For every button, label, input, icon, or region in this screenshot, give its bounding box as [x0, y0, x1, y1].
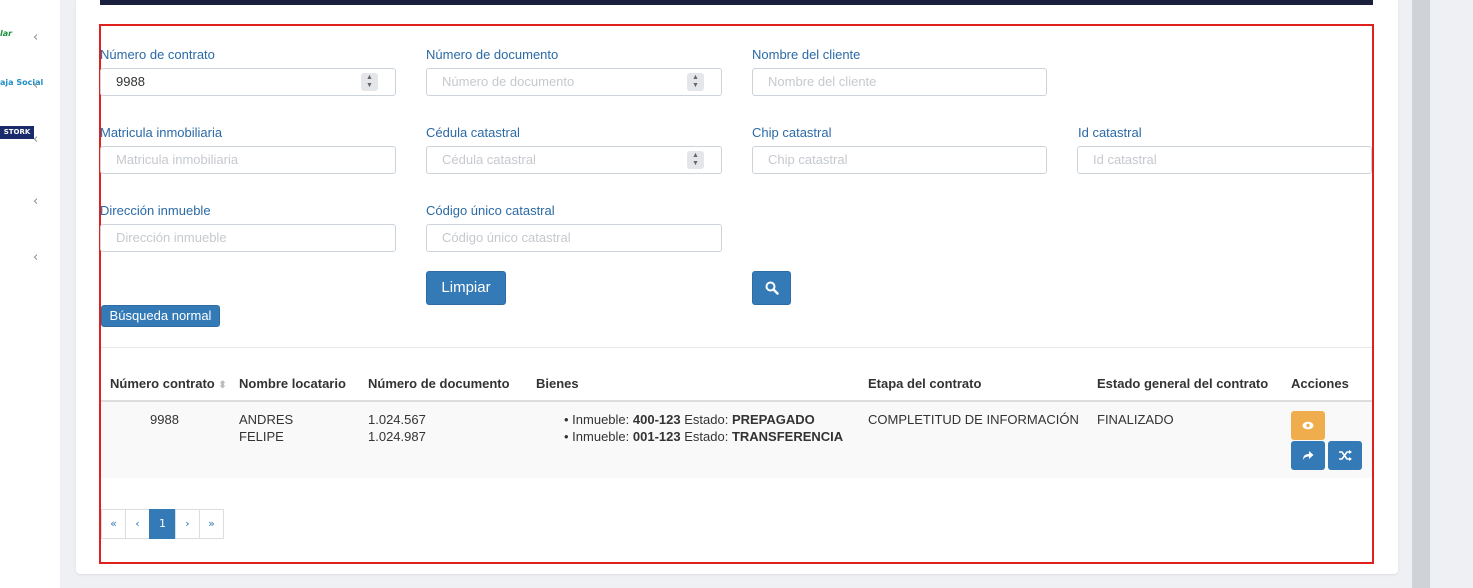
cadastral-id-placeholder: Id catastral	[1093, 152, 1157, 167]
eye-icon	[1302, 421, 1314, 430]
clear-button[interactable]: Limpiar	[426, 271, 506, 305]
divider	[101, 347, 1372, 348]
chevron-left-icon[interactable]: ‹	[33, 251, 43, 264]
asset-item: • Inmueble: 400-123 Estado: PREPAGADO	[564, 412, 815, 427]
cadastral-chip-label: Chip catastral	[752, 125, 832, 140]
chevron-left-icon[interactable]: ‹	[33, 79, 43, 92]
property-address-placeholder: Dirección inmueble	[116, 230, 227, 245]
cell-general-state: FINALIZADO	[1097, 412, 1174, 427]
header-tenant: Nombre locatario	[239, 376, 346, 391]
asset-state-label: Estado:	[684, 412, 729, 427]
sidebar-logo-3: STORK	[0, 126, 34, 139]
asset-code: 400-123	[632, 412, 681, 427]
page-first-button[interactable]: «	[101, 509, 126, 539]
client-name-input[interactable]: Nombre del cliente	[752, 68, 1047, 96]
cell-document: 1.024.567 1.024.987	[368, 411, 426, 445]
normal-search-button[interactable]: Búsqueda normal	[101, 305, 220, 327]
share-icon	[1303, 451, 1314, 460]
header-document: Número de documento	[368, 376, 510, 391]
registration-label: Matricula inmobiliaria	[100, 125, 223, 140]
asset-prefix: Inmueble:	[572, 429, 630, 444]
sort-icon[interactable]: ⬍	[218, 380, 226, 391]
document-number-input[interactable]: Número de documento ▲ ▼	[426, 68, 722, 96]
client-name-label: Nombre del cliente	[752, 47, 861, 62]
sidebar: lar ‹ aja Social ‹ STORK ‹ ‹ ‹	[0, 0, 60, 588]
contract-number-label: Número de contrato	[100, 47, 215, 62]
chevron-left-icon[interactable]: ‹	[33, 195, 43, 208]
header-assets: Bienes	[536, 376, 579, 391]
cadastral-id-card-label: Cédula catastral	[426, 125, 520, 140]
pagination: « ‹ 1 › »	[101, 509, 224, 539]
card-header-bar	[100, 0, 1373, 5]
asset-state-label: Estado:	[684, 429, 729, 444]
scrollbar[interactable]	[1412, 0, 1430, 588]
header-stage: Etapa del contrato	[868, 376, 982, 391]
asset-state: PREPAGADO	[731, 412, 815, 427]
shuffle-button[interactable]	[1328, 441, 1362, 470]
asset-prefix: Inmueble:	[572, 412, 630, 427]
registration-input[interactable]: Matricula inmobiliaria	[100, 146, 396, 174]
cell-tenant: ANDRES FELIPE	[239, 411, 293, 445]
sidebar-logo-1: lar	[0, 29, 13, 38]
header-actions: Acciones	[1291, 376, 1349, 391]
tenant-line: ANDRES	[239, 412, 294, 427]
tenant-line: FELIPE	[239, 429, 284, 444]
document-number-placeholder: Número de documento	[442, 74, 575, 89]
cadastral-id-card-input[interactable]: Cédula catastral ▲ ▼	[426, 146, 722, 174]
cadastral-chip-placeholder: Chip catastral	[768, 152, 848, 167]
header-contract-number-label: Número contrato	[110, 376, 215, 391]
number-spinner-icon[interactable]: ▲ ▼	[687, 151, 704, 169]
asset-item: • Inmueble: 001-123 Estado: TRANSFERENCI…	[564, 429, 844, 444]
cadastral-chip-input[interactable]: Chip catastral	[752, 146, 1047, 174]
chevron-left-icon[interactable]: ‹	[33, 133, 43, 146]
cadastral-id-card-placeholder: Cédula catastral	[442, 152, 536, 167]
shuffle-icon	[1338, 450, 1352, 461]
asset-code: 001-123	[632, 429, 681, 444]
view-button[interactable]	[1291, 411, 1325, 440]
page-next-button[interactable]: ›	[175, 509, 200, 539]
search-icon	[765, 281, 779, 295]
client-name-placeholder: Nombre del cliente	[768, 74, 877, 89]
document-line: 1.024.987	[368, 429, 426, 444]
property-address-label: Dirección inmueble	[100, 203, 211, 218]
page-last-button[interactable]: »	[199, 509, 224, 539]
cadastral-id-input[interactable]: Id catastral	[1077, 146, 1372, 174]
contract-number-value: 9988	[116, 74, 145, 89]
contract-number-input[interactable]: 9988 ▲ ▼	[100, 68, 396, 96]
unique-cadastral-code-placeholder: Código único catastral	[442, 230, 571, 245]
page-current-button[interactable]: 1	[149, 509, 176, 539]
search-button[interactable]	[752, 271, 791, 305]
header-contract-number[interactable]: Número contrato ⬍	[110, 376, 227, 391]
cadastral-id-label: Id catastral	[1078, 125, 1142, 140]
chevron-left-icon[interactable]: ‹	[33, 31, 43, 44]
cell-contract: 9988	[150, 412, 179, 427]
cell-assets: • Inmueble: 400-123 Estado: PREPAGADO • …	[564, 411, 843, 445]
number-spinner-icon[interactable]: ▲ ▼	[687, 73, 704, 91]
property-address-input[interactable]: Dirección inmueble	[100, 224, 396, 252]
document-number-label: Número de documento	[426, 47, 559, 62]
forward-button[interactable]	[1291, 441, 1325, 470]
asset-state: TRANSFERENCIA	[731, 429, 844, 444]
number-spinner-icon[interactable]: ▲ ▼	[361, 73, 378, 91]
search-panel	[99, 24, 1374, 564]
unique-cadastral-code-input[interactable]: Código único catastral	[426, 224, 722, 252]
unique-cadastral-code-label: Código único catastral	[426, 203, 555, 218]
header-general-state: Estado general del contrato	[1097, 376, 1269, 391]
document-line: 1.024.567	[368, 412, 426, 427]
page-prev-button[interactable]: ‹	[125, 509, 150, 539]
registration-placeholder: Matricula inmobiliaria	[116, 152, 239, 167]
cell-stage: COMPLETITUD DE INFORMACIÓN	[868, 412, 1079, 427]
